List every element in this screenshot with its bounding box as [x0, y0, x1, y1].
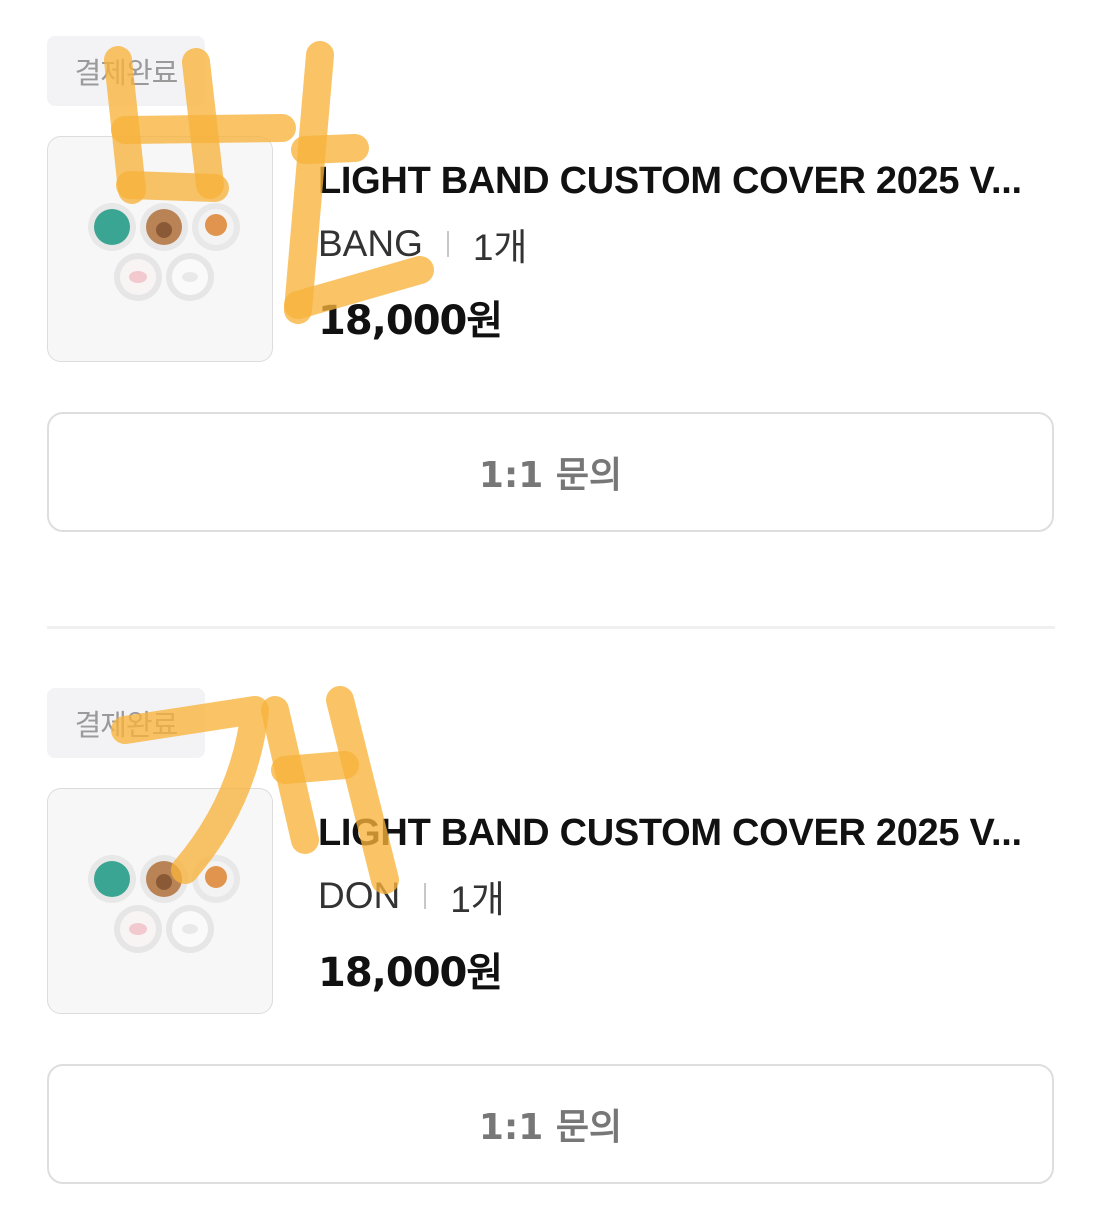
- cover-white: [166, 905, 214, 953]
- cover-orange: [192, 203, 240, 251]
- option-name: DON: [318, 875, 401, 916]
- separator: [424, 883, 427, 909]
- product-price: 18,000원: [318, 950, 503, 996]
- cover-brown: [140, 203, 188, 251]
- product-title[interactable]: LIGHT BAND CUSTOM COVER 2025 V...: [318, 812, 1058, 855]
- inquiry-button[interactable]: 1:1 문의: [47, 1064, 1054, 1184]
- status-badge: 결제완료: [47, 688, 205, 758]
- order-item: 결제완료 LIGHT BAND CUSTOM COVER 20: [0, 652, 1101, 1212]
- product-price: 18,000원: [318, 298, 503, 344]
- product-option-row: BANG 1개: [318, 217, 527, 271]
- light-band-cover-product-image: [88, 203, 240, 301]
- cover-orange: [192, 855, 240, 903]
- status-badge: 결제완료: [47, 36, 205, 106]
- product-thumbnail[interactable]: [47, 136, 273, 362]
- product-option-row: DON 1개: [318, 869, 505, 923]
- separator: [446, 231, 449, 257]
- light-band-cover-product-image: [88, 855, 240, 953]
- cover-white: [166, 253, 214, 301]
- product-thumbnail[interactable]: [47, 788, 273, 1014]
- cover-pink: [114, 905, 162, 953]
- quantity: 1개: [450, 879, 505, 920]
- order-item: 결제완료 LIGHT BAND CUSTOM COVER 20: [0, 0, 1101, 560]
- cover-teal: [88, 203, 136, 251]
- divider: [47, 626, 1055, 629]
- quantity: 1개: [472, 227, 528, 268]
- cover-pink: [114, 253, 162, 301]
- product-title[interactable]: LIGHT BAND CUSTOM COVER 2025 V...: [318, 160, 1058, 203]
- cover-brown: [140, 855, 188, 903]
- option-name: BANG: [318, 223, 423, 264]
- cover-teal: [88, 855, 136, 903]
- inquiry-button[interactable]: 1:1 문의: [47, 412, 1054, 532]
